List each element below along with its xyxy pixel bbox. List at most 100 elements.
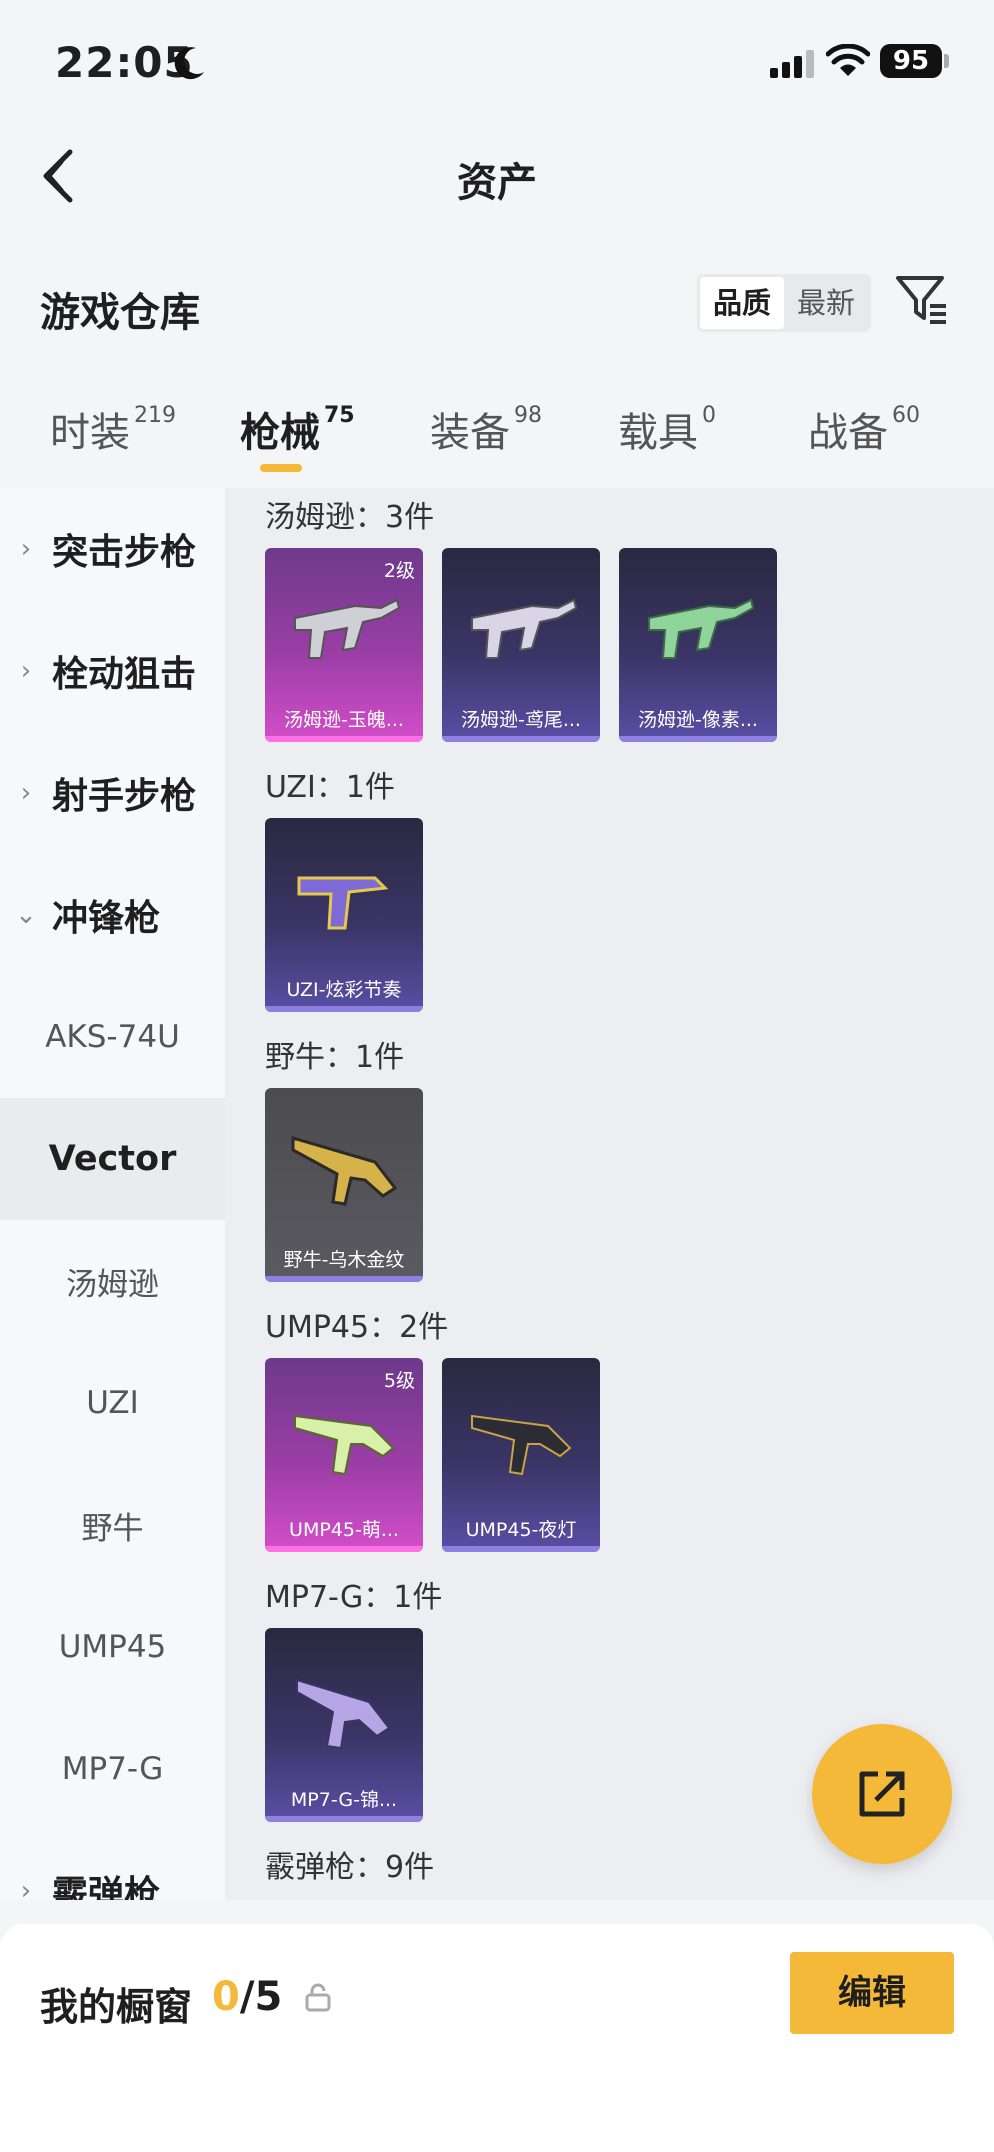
weapon-level: 5级 bbox=[383, 1370, 415, 1392]
tab-label: 装备 bbox=[430, 410, 510, 456]
rarity-bar bbox=[265, 1006, 423, 1012]
weapon-name: UZI-炫彩节奏 bbox=[286, 979, 402, 1001]
uzi-icon bbox=[297, 876, 389, 930]
weapon-grid: 汤姆逊：3件 2级 汤姆逊-玉魄... 汤姆逊-鸢尾... 汤姆逊-像素... … bbox=[225, 488, 994, 1900]
sidebar-category-label: 冲锋枪 bbox=[52, 898, 161, 939]
sidebar-item-vector[interactable]: Vector bbox=[0, 1098, 225, 1220]
weapon-card[interactable]: 汤姆逊-像素... bbox=[619, 548, 777, 742]
tab-count: 219 bbox=[134, 403, 176, 428]
chevron-right-icon: › bbox=[20, 534, 32, 564]
weapon-card[interactable]: UZI-炫彩节奏 bbox=[265, 818, 423, 1012]
group-label-mp7g: MP7-G：1件 bbox=[265, 1580, 443, 1615]
tab-vehicles[interactable]: 载具 0 bbox=[618, 400, 716, 458]
category-tabs: 时装 219 枪械 75 装备 98 载具 0 战备 60 bbox=[0, 400, 994, 480]
active-tab-indicator bbox=[260, 464, 302, 472]
sort-toggle[interactable]: 品质 最新 bbox=[697, 274, 871, 332]
tab-equipment[interactable]: 装备 98 bbox=[430, 400, 542, 458]
rarity-bar bbox=[265, 736, 423, 742]
signal-icon bbox=[770, 50, 814, 78]
wifi-icon bbox=[826, 44, 870, 76]
rarity-bar bbox=[265, 1816, 423, 1822]
showcase-count: 0/5 bbox=[212, 1974, 282, 2020]
tab-fashion[interactable]: 时装 219 bbox=[50, 400, 176, 458]
chevron-down-icon: ⌄ bbox=[15, 900, 37, 930]
tab-label: 战备 bbox=[808, 410, 888, 456]
sidebar-item-uzi[interactable]: UZI bbox=[0, 1342, 225, 1464]
sort-option-newest[interactable]: 最新 bbox=[784, 277, 868, 329]
sidebar-item-thompson[interactable]: 汤姆逊 bbox=[0, 1220, 225, 1342]
weapon-card[interactable]: 2级 汤姆逊-玉魄... bbox=[265, 548, 423, 742]
group-label-ump45: UMP45：2件 bbox=[265, 1310, 449, 1345]
share-button[interactable] bbox=[812, 1724, 952, 1864]
weapon-card[interactable]: 5级 UMP45-萌... bbox=[265, 1358, 423, 1552]
sidebar-category-smg[interactable]: ⌄ 冲锋枪 bbox=[0, 854, 225, 976]
sidebar-item-bizon[interactable]: 野牛 bbox=[0, 1464, 225, 1586]
smg-icon bbox=[648, 598, 755, 659]
weapon-card[interactable]: UMP45-夜灯 bbox=[442, 1358, 600, 1552]
weapon-card[interactable]: MP7-G-锦... bbox=[265, 1628, 423, 1822]
rarity-bar bbox=[619, 736, 777, 742]
tab-label: 枪械 bbox=[240, 410, 320, 456]
lock-icon bbox=[305, 1983, 331, 2012]
weapon-name: 汤姆逊-像素... bbox=[638, 709, 758, 731]
tab-count: 0 bbox=[702, 403, 716, 428]
smg-icon bbox=[291, 1135, 398, 1206]
sidebar-category-shotgun[interactable]: › 霰弹枪 bbox=[0, 1830, 225, 1900]
group-label-bizon: 野牛：1件 bbox=[265, 1040, 405, 1075]
sort-option-quality[interactable]: 品质 bbox=[700, 277, 784, 329]
status-bar: 22:05 95 bbox=[0, 0, 994, 120]
weapon-card[interactable]: 野牛-乌木金纹 bbox=[265, 1088, 423, 1282]
rarity-bar bbox=[442, 1546, 600, 1552]
sidebar-item-mp7g[interactable]: MP7-G bbox=[0, 1708, 225, 1830]
sidebar-category-assault-rifle[interactable]: › 突击步枪 bbox=[0, 488, 225, 610]
sidebar-category-label: 霰弹枪 bbox=[52, 1874, 161, 1900]
tab-count: 75 bbox=[324, 403, 355, 428]
weapon-name: UMP45-夜灯 bbox=[465, 1519, 577, 1541]
sidebar-category-label: 栓动狙击 bbox=[52, 654, 197, 695]
tab-label: 时装 bbox=[50, 410, 130, 456]
sidebar-category-label: 射手步枪 bbox=[52, 776, 197, 817]
showcase-current: 0 bbox=[212, 1974, 240, 2020]
showcase-label: 我的橱窗 bbox=[40, 1985, 193, 2029]
sidebar-item-aks74u[interactable]: AKS-74U bbox=[0, 976, 225, 1098]
weapon-name: 野牛-乌木金纹 bbox=[283, 1249, 405, 1271]
smg-icon bbox=[471, 598, 578, 659]
group-label-uzi: UZI：1件 bbox=[265, 770, 395, 805]
weapon-name: 汤姆逊-玉魄... bbox=[284, 709, 404, 731]
weapon-name: UMP45-萌... bbox=[289, 1519, 399, 1541]
weapon-category-sidebar: › 突击步枪 › 栓动狙击 › 射手步枪 ⌄ 冲锋枪 AKS-74U Vector 汤姆… bbox=[0, 488, 225, 1900]
smg-icon bbox=[296, 1678, 391, 1750]
sidebar-item-ump45[interactable]: UMP45 bbox=[0, 1586, 225, 1708]
warehouse-title: 游戏仓库 bbox=[40, 290, 200, 336]
sidebar-category-bolt-sniper[interactable]: › 栓动狙击 bbox=[0, 610, 225, 732]
tab-count: 60 bbox=[892, 403, 920, 428]
chevron-right-icon: › bbox=[20, 1876, 32, 1900]
weapon-name: 汤姆逊-鸢尾... bbox=[461, 709, 581, 731]
smg-icon bbox=[294, 1414, 395, 1476]
tab-firearms[interactable]: 枪械 75 bbox=[240, 400, 355, 458]
tab-count: 98 bbox=[514, 403, 542, 428]
chevron-right-icon: › bbox=[20, 656, 32, 686]
sidebar-category-label: 突击步枪 bbox=[52, 532, 197, 573]
rarity-bar bbox=[265, 1546, 423, 1552]
weapon-card[interactable]: 汤姆逊-鸢尾... bbox=[442, 548, 600, 742]
rarity-bar bbox=[442, 736, 600, 742]
filter-icon[interactable] bbox=[894, 272, 950, 328]
tab-supplies[interactable]: 战备 60 bbox=[808, 400, 920, 458]
group-label-shotgun: 霰弹枪：9件 bbox=[265, 1850, 435, 1885]
group-label-thompson: 汤姆逊：3件 bbox=[265, 500, 435, 535]
page-title: 资产 bbox=[457, 160, 537, 206]
showcase-total: /5 bbox=[239, 1974, 283, 2020]
rarity-bar bbox=[265, 1276, 423, 1282]
weapon-level: 2级 bbox=[383, 560, 415, 582]
moon-icon bbox=[174, 47, 204, 80]
chevron-right-icon: › bbox=[20, 778, 32, 808]
battery-tip bbox=[944, 54, 949, 68]
sidebar-category-marksman-rifle[interactable]: › 射手步枪 bbox=[0, 732, 225, 854]
battery-indicator: 95 bbox=[880, 44, 942, 78]
share-icon bbox=[859, 1771, 905, 1817]
smg-icon bbox=[471, 1414, 572, 1476]
showcase-bar: 我的橱窗 0/5 编辑 bbox=[0, 1924, 994, 2152]
edit-button[interactable]: 编辑 bbox=[790, 1952, 954, 2034]
smg-icon bbox=[294, 598, 401, 659]
